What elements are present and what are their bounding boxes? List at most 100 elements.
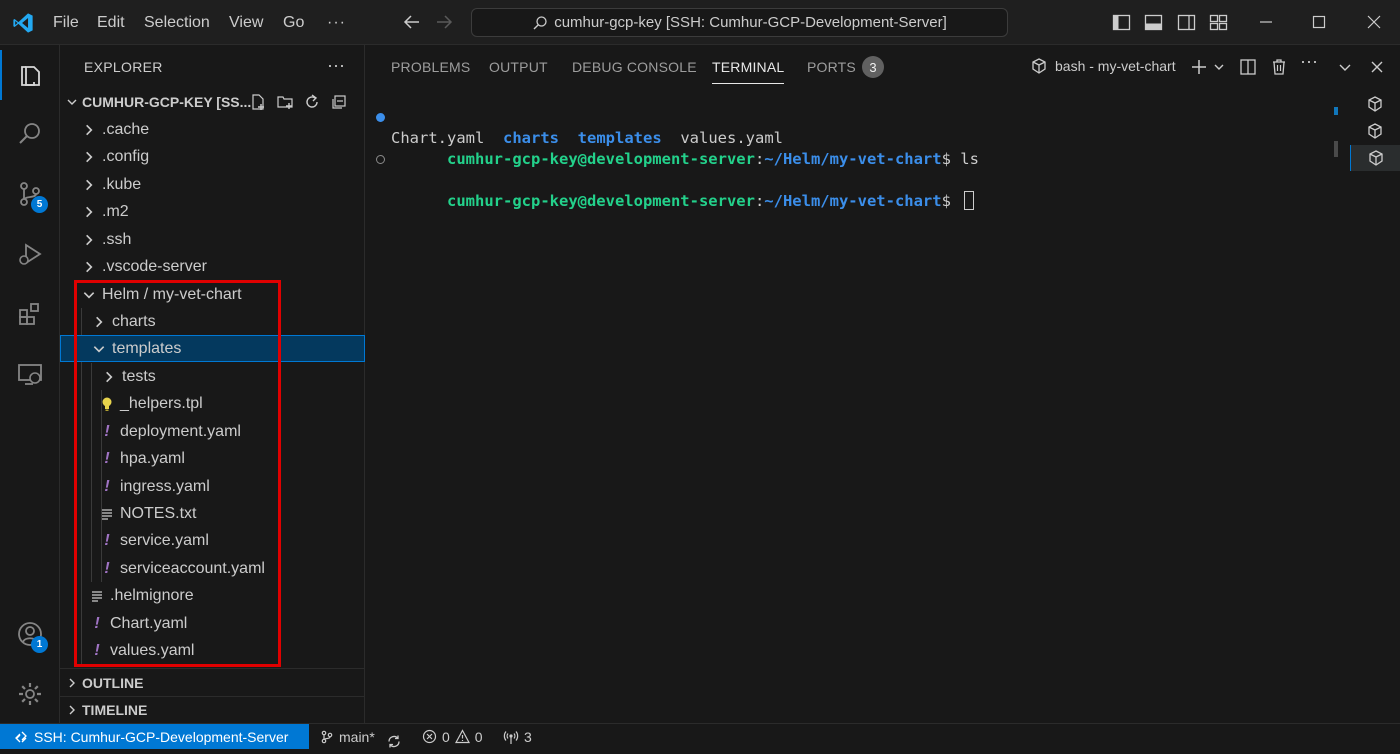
section-divider bbox=[60, 696, 365, 697]
menu-view[interactable]: View bbox=[229, 0, 263, 45]
terminal-cube-icon bbox=[1368, 96, 1382, 112]
activity-extensions[interactable] bbox=[0, 289, 60, 339]
command-success-marker bbox=[376, 113, 385, 122]
warnings-count: 0 bbox=[474, 728, 483, 745]
activity-explorer[interactable] bbox=[0, 50, 60, 100]
sync-icon[interactable] bbox=[386, 729, 402, 754]
activity-search[interactable] bbox=[0, 109, 60, 159]
workspace-root-header[interactable]: CUMHUR-GCP-KEY [SS... bbox=[60, 91, 365, 113]
minimize-icon[interactable] bbox=[1256, 12, 1276, 32]
tree-item-ssh-folder[interactable]: .ssh bbox=[60, 226, 365, 253]
forwarded-ports-indicator[interactable]: 3 bbox=[503, 724, 532, 749]
ports-count-badge: 3 bbox=[862, 56, 884, 78]
branch-indicator[interactable]: main* bbox=[320, 724, 375, 749]
vscode-logo-icon[interactable] bbox=[12, 12, 34, 34]
terminal-line: cumhur-gcp-key@development-server:~/Helm… bbox=[376, 107, 979, 168]
menu-file[interactable]: File bbox=[53, 0, 79, 45]
chevron-right-icon bbox=[86, 261, 93, 272]
collapse-all-icon[interactable] bbox=[330, 93, 348, 111]
source-control-badge: 5 bbox=[31, 196, 48, 213]
trash-icon[interactable] bbox=[1269, 57, 1289, 77]
terminal-tab-1[interactable] bbox=[1350, 91, 1400, 117]
terminal-instance-selector[interactable]: bash - my-vet-chart bbox=[1030, 57, 1176, 75]
back-arrow-icon[interactable] bbox=[402, 12, 422, 32]
broadcast-icon bbox=[503, 730, 519, 744]
command-center[interactable]: cumhur-gcp-key [SSH: Cumhur-GCP-Developm… bbox=[471, 8, 1008, 37]
tree-item-vscode-server-folder[interactable]: .vscode-server bbox=[60, 253, 365, 280]
menu-more[interactable]: ··· bbox=[327, 0, 346, 45]
search-icon bbox=[19, 123, 40, 144]
terminal-tab-2[interactable] bbox=[1350, 118, 1400, 144]
terminal-tab-3[interactable] bbox=[1350, 145, 1400, 171]
chevron-down-icon[interactable] bbox=[1335, 57, 1355, 77]
activity-bar: 5 1 bbox=[0, 45, 60, 723]
forward-arrow-icon[interactable] bbox=[434, 12, 454, 32]
terminal-line: cumhur-gcp-key@development-server:~/Helm… bbox=[376, 149, 979, 210]
chevron-right-icon bbox=[86, 151, 93, 162]
tab-ports[interactable]: PORTS bbox=[807, 59, 856, 75]
toggle-primary-sidebar-icon[interactable] bbox=[1112, 13, 1131, 32]
warning-icon bbox=[454, 729, 470, 744]
toggle-secondary-sidebar-icon[interactable] bbox=[1177, 13, 1196, 32]
title-bar: File Edit Selection View Go ··· cumhur-g… bbox=[0, 0, 1400, 45]
tab-output[interactable]: OUTPUT bbox=[489, 59, 548, 75]
split-terminal-icon[interactable] bbox=[1238, 57, 1258, 77]
chevron-right-icon bbox=[69, 705, 75, 715]
new-file-icon[interactable] bbox=[249, 93, 267, 111]
command-pending-marker bbox=[376, 155, 385, 164]
highlight-annotation-box bbox=[74, 280, 281, 667]
errors-count: 0 bbox=[442, 728, 450, 745]
terminal-tabs-list bbox=[1350, 89, 1400, 179]
search-icon bbox=[533, 15, 547, 29]
activity-source-control[interactable]: 5 bbox=[0, 169, 60, 219]
chevron-right-icon bbox=[86, 124, 93, 135]
more-actions-button[interactable]: ··· bbox=[1300, 51, 1320, 71]
tab-terminal[interactable]: TERMINAL bbox=[712, 59, 785, 84]
tree-item-cache-folder[interactable]: .cache bbox=[60, 116, 365, 143]
explorer-more-button[interactable]: ··· bbox=[327, 55, 345, 76]
new-folder-icon[interactable] bbox=[276, 93, 294, 111]
new-terminal-icon[interactable] bbox=[1189, 57, 1209, 77]
activity-accounts[interactable]: 1 bbox=[0, 609, 60, 659]
maximize-icon[interactable] bbox=[1309, 12, 1329, 32]
tab-debug-console[interactable]: DEBUG CONSOLE bbox=[572, 59, 697, 75]
remote-icon bbox=[15, 731, 27, 742]
activity-remote-explorer[interactable] bbox=[0, 349, 60, 399]
customize-layout-icon[interactable] bbox=[1209, 13, 1228, 32]
terminal-cube-icon bbox=[1032, 58, 1046, 74]
scrollbar-thumb[interactable] bbox=[1334, 141, 1338, 157]
menu-selection[interactable]: Selection bbox=[144, 0, 210, 45]
extensions-icon bbox=[19, 303, 39, 325]
workspace-root-label: CUMHUR-GCP-KEY [SS... bbox=[82, 94, 252, 110]
activity-run-debug[interactable] bbox=[0, 229, 60, 279]
gear-icon bbox=[19, 683, 41, 705]
command-center-label: cumhur-gcp-key [SSH: Cumhur-GCP-Developm… bbox=[554, 14, 947, 31]
tree-item-m2-folder[interactable]: .m2 bbox=[60, 198, 365, 225]
menu-edit[interactable]: Edit bbox=[97, 0, 125, 45]
terminal-line: Chart.yaml charts templates values.yaml bbox=[391, 129, 783, 147]
terminal-cube-icon bbox=[1368, 150, 1383, 166]
outline-section-header[interactable]: OUTLINE bbox=[60, 672, 365, 694]
close-panel-icon[interactable] bbox=[1367, 57, 1387, 77]
timeline-section-header[interactable]: TIMELINE bbox=[60, 699, 365, 721]
explorer-title: EXPLORER bbox=[84, 59, 163, 75]
refresh-icon[interactable] bbox=[303, 93, 321, 111]
terminal-output[interactable]: cumhur-gcp-key@development-server:~/Helm… bbox=[376, 107, 979, 210]
toggle-panel-icon[interactable] bbox=[1144, 13, 1163, 32]
ports-count: 3 bbox=[524, 728, 532, 745]
menu-go[interactable]: Go bbox=[283, 0, 304, 45]
close-window-icon[interactable] bbox=[1364, 12, 1384, 32]
tree-item-config-folder[interactable]: .config bbox=[60, 143, 365, 170]
chevron-down-icon[interactable] bbox=[1209, 57, 1229, 77]
git-branch-icon bbox=[321, 730, 333, 743]
problems-indicator[interactable]: 0 0 bbox=[422, 724, 483, 749]
tab-problems[interactable]: PROBLEMS bbox=[391, 59, 470, 75]
tree-item-kube-folder[interactable]: .kube bbox=[60, 171, 365, 198]
terminal-name-label: bash - my-vet-chart bbox=[1055, 58, 1176, 74]
activity-manage[interactable] bbox=[0, 669, 60, 719]
remote-explorer-icon bbox=[18, 364, 42, 385]
run-debug-icon bbox=[19, 243, 42, 265]
remote-indicator[interactable]: SSH: Cumhur-GCP-Development-Server bbox=[0, 724, 309, 749]
terminal-cursor bbox=[964, 191, 975, 210]
chevron-right-icon bbox=[86, 206, 93, 217]
